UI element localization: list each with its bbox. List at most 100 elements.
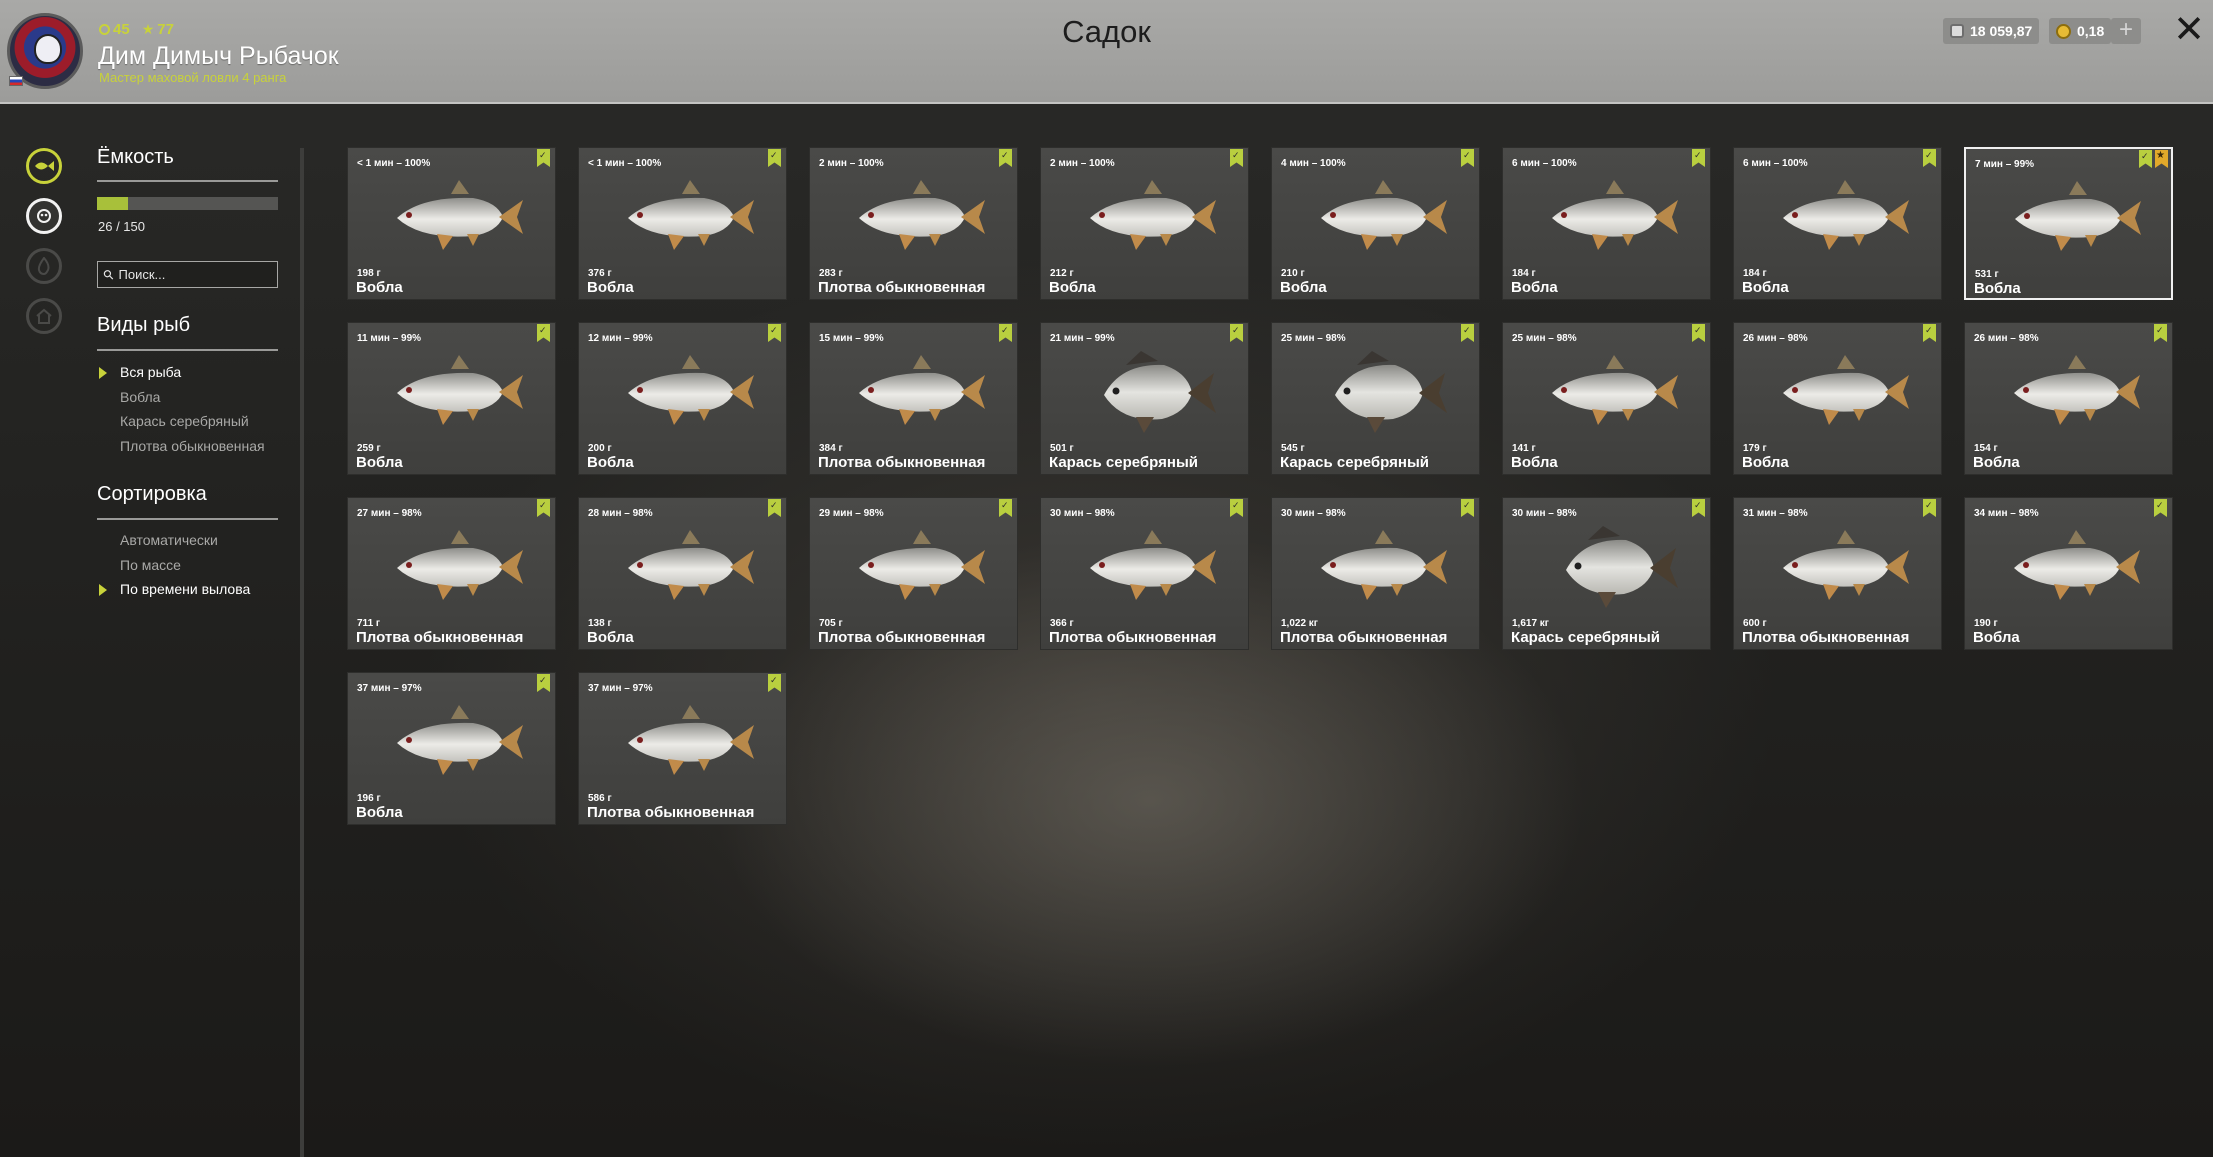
- bookmark-icon[interactable]: [1230, 324, 1243, 342]
- fish-weight: 501 г: [1050, 443, 1074, 454]
- fish-card[interactable]: 37 мин – 97% 196 г Вобла: [347, 672, 556, 825]
- bookmark-icon[interactable]: [1230, 499, 1243, 517]
- fish-card[interactable]: 2 мин – 100% 283 г Плотва обыкновенная: [809, 147, 1018, 300]
- fish-name: Вобла: [587, 454, 634, 471]
- favorite-star-icon[interactable]: [2155, 150, 2168, 168]
- silver-balance: 18 059,87: [1943, 18, 2040, 44]
- fish-catch-time: 30 мин – 98%: [1512, 508, 1577, 519]
- keepnet-tab[interactable]: [26, 148, 62, 184]
- bookmark-icon[interactable]: [537, 674, 550, 692]
- fish-name: Карась серебряный: [1280, 454, 1429, 471]
- roach-image: [397, 705, 523, 775]
- fish-card[interactable]: 25 мин – 98% 141 г Вобла: [1502, 322, 1711, 475]
- fish-card[interactable]: 7 мин – 99% 531 г Вобла: [1964, 147, 2173, 300]
- close-button[interactable]: ✕: [2171, 11, 2207, 49]
- bookmark-icon[interactable]: [537, 499, 550, 517]
- fish-card[interactable]: 30 мин – 98% 1,022 кг Плотва обыкновенна…: [1271, 497, 1480, 650]
- fish-card[interactable]: 28 мин – 98% 138 г Вобла: [578, 497, 787, 650]
- fish-card[interactable]: < 1 мин – 100% 376 г Вобла: [578, 147, 787, 300]
- fish-card[interactable]: 27 мин – 98% 711 г Плотва обыкновенная: [347, 497, 556, 650]
- species-item-all[interactable]: Вся рыба: [120, 364, 181, 380]
- search-box[interactable]: ⚲: [97, 261, 278, 288]
- bookmark-icon[interactable]: [537, 324, 550, 342]
- fish-weight: 184 г: [1512, 268, 1536, 279]
- fish-card[interactable]: 15 мин – 99% 384 г Плотва обыкновенная: [809, 322, 1018, 475]
- fish-card[interactable]: 26 мин – 98% 179 г Вобла: [1733, 322, 1942, 475]
- bookmark-icon[interactable]: [768, 674, 781, 692]
- fish-card[interactable]: 25 мин – 98% 545 г Карась серебряный: [1271, 322, 1480, 475]
- bookmark-icon[interactable]: [1923, 324, 1936, 342]
- bookmark-icon[interactable]: [1923, 149, 1936, 167]
- fish-card[interactable]: 11 мин – 99% 259 г Вобла: [347, 322, 556, 475]
- fish-card[interactable]: 4 мин – 100% 210 г Вобла: [1271, 147, 1480, 300]
- roach-image: [2015, 181, 2141, 251]
- fish-card[interactable]: < 1 мин – 100% 198 г Вобла: [347, 147, 556, 300]
- fish-catch-time: 6 мин – 100%: [1743, 158, 1808, 169]
- fish-weight: 141 г: [1512, 443, 1536, 454]
- fish-card[interactable]: 26 мин – 98% 154 г Вобла: [1964, 322, 2173, 475]
- bookmark-icon[interactable]: [1692, 499, 1705, 517]
- bookmark-icon[interactable]: [1692, 324, 1705, 342]
- bookmark-icon[interactable]: [1923, 499, 1936, 517]
- bookmark-icon[interactable]: [999, 149, 1012, 167]
- fish-weight: 198 г: [357, 268, 381, 279]
- capacity-text: 26 / 150: [98, 219, 145, 234]
- fish-tab[interactable]: [26, 198, 62, 234]
- gold-balance: 0,18: [2049, 18, 2112, 44]
- sort-item-mass[interactable]: По массе: [120, 557, 181, 573]
- bookmark-icon[interactable]: [2139, 150, 2152, 168]
- bookmark-icon[interactable]: [1230, 149, 1243, 167]
- fish-card[interactable]: 6 мин – 100% 184 г Вобла: [1733, 147, 1942, 300]
- fish-name: Вобла: [587, 279, 634, 296]
- roach-image: [1552, 355, 1678, 425]
- fire-tab[interactable]: [26, 248, 62, 284]
- fish-card[interactable]: 30 мин – 98% 366 г Плотва обыкновенная: [1040, 497, 1249, 650]
- fish-catch-time: 26 мин – 98%: [1743, 333, 1808, 344]
- fish-card[interactable]: 29 мин – 98% 705 г Плотва обыкновенная: [809, 497, 1018, 650]
- fish-weight: 138 г: [588, 618, 612, 629]
- bookmark-icon[interactable]: [768, 499, 781, 517]
- fish-catch-time: 37 мин – 97%: [357, 683, 422, 694]
- sort-title: Сортировка: [97, 483, 207, 505]
- fish-card[interactable]: 2 мин – 100% 212 г Вобла: [1040, 147, 1249, 300]
- bookmark-icon[interactable]: [1692, 149, 1705, 167]
- fish-card[interactable]: 30 мин – 98% 1,617 кг Карась серебряный: [1502, 497, 1711, 650]
- fish-card[interactable]: 12 мин – 99% 200 г Вобла: [578, 322, 787, 475]
- bookmark-icon[interactable]: [768, 324, 781, 342]
- sort-item-time[interactable]: По времени вылова: [120, 581, 250, 597]
- fish-catch-time: < 1 мин – 100%: [357, 158, 431, 169]
- fish-card[interactable]: 21 мин – 99% 501 г Карась серебряный: [1040, 322, 1249, 475]
- bookmark-icon[interactable]: [1461, 324, 1474, 342]
- add-currency-button[interactable]: +: [2111, 18, 2141, 44]
- house-tab[interactable]: [26, 298, 62, 334]
- fish-name: Плотва обыкновенная: [587, 804, 755, 821]
- bookmark-icon[interactable]: [537, 149, 550, 167]
- fish-card[interactable]: 37 мин – 97% 586 г Плотва обыкновенная: [578, 672, 787, 825]
- fish-card[interactable]: 31 мин – 98% 600 г Плотва обыкновенная: [1733, 497, 1942, 650]
- bookmark-icon[interactable]: [1461, 499, 1474, 517]
- fish-name: Вобла: [1049, 279, 1096, 296]
- fish-catch-time: 30 мин – 98%: [1281, 508, 1346, 519]
- fish-catch-time: 27 мин – 98%: [357, 508, 422, 519]
- bookmark-icon[interactable]: [2154, 499, 2167, 517]
- bookmark-icon[interactable]: [768, 149, 781, 167]
- player-level-value: 45: [113, 21, 130, 38]
- bookmark-icon[interactable]: [999, 324, 1012, 342]
- fish-name: Вобла: [356, 454, 403, 471]
- fish-catch-time: 28 мин – 98%: [588, 508, 653, 519]
- bookmark-icon[interactable]: [1461, 149, 1474, 167]
- fish-card[interactable]: 34 мин – 98% 190 г Вобла: [1964, 497, 2173, 650]
- roach-image: [628, 705, 754, 775]
- sort-rule: [97, 518, 278, 520]
- species-item-karas[interactable]: Карась серебряный: [120, 413, 249, 429]
- sort-item-auto[interactable]: Автоматически: [120, 532, 218, 548]
- search-input[interactable]: [118, 267, 269, 282]
- fish-card[interactable]: 6 мин – 100% 184 г Вобла: [1502, 147, 1711, 300]
- bookmark-icon[interactable]: [999, 499, 1012, 517]
- species-item-plotva[interactable]: Плотва обыкновенная: [120, 438, 265, 454]
- fish-catch-time: 2 мин – 100%: [1050, 158, 1115, 169]
- bookmark-icon[interactable]: [2154, 324, 2167, 342]
- fish-weight: 210 г: [1281, 268, 1305, 279]
- fish-name: Плотва обыкновенная: [818, 279, 986, 296]
- species-item-vobla[interactable]: Вобла: [120, 389, 160, 405]
